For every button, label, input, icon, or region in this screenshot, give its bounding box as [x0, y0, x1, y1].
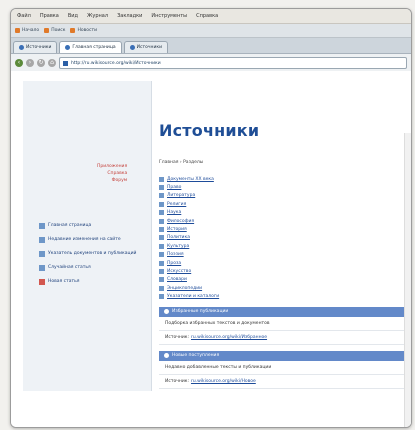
section-icon: [164, 309, 169, 315]
category-links: Документы XX века Право Литература Религ…: [159, 175, 411, 301]
reload-icon[interactable]: ↻: [37, 59, 45, 67]
list-item[interactable]: Философия: [159, 217, 411, 225]
bookmark-item[interactable]: Поиск: [44, 28, 65, 33]
list-item[interactable]: Наука: [159, 209, 411, 217]
link-bullet-icon: [159, 268, 164, 274]
address-text: http://ru.wikisource.org/wiki/Источники: [71, 60, 161, 66]
red-link[interactable]: Приложения: [97, 163, 127, 170]
tab-3[interactable]: Источники: [123, 41, 169, 53]
link-bullet-icon: [159, 252, 164, 258]
link-bullet-icon: [159, 243, 164, 249]
menu-bar: Файл Правка Вид Журнал Закладки Инструме…: [11, 9, 411, 24]
tab-favicon-icon: [19, 45, 24, 50]
back-arrow-icon[interactable]: ‹: [15, 59, 23, 67]
list-item[interactable]: Поэзия: [159, 251, 411, 259]
menu-bookmarks[interactable]: Закладки: [117, 13, 142, 19]
browser-window: Файл Правка Вид Журнал Закладки Инструме…: [10, 8, 412, 428]
link-bullet-icon: [159, 294, 164, 300]
list-item[interactable]: История: [159, 225, 411, 233]
list-item[interactable]: Политика: [159, 234, 411, 242]
link-bullet-icon: [159, 285, 164, 291]
link-bullet-icon: [159, 193, 164, 199]
menu-view[interactable]: Вид: [68, 13, 78, 19]
list-item[interactable]: Проза: [159, 259, 411, 267]
menu-history[interactable]: Журнал: [87, 13, 108, 19]
link-bullet-icon: [159, 277, 164, 283]
list-item[interactable]: Указатели и каталоги: [159, 292, 411, 300]
sidebar-item-random[interactable]: Случайная статья: [39, 265, 143, 271]
section-header: Новые поступления: [159, 350, 411, 361]
main-content: Источники Главная › Разделы Документы XX…: [159, 121, 411, 389]
square-bullet-icon: [39, 223, 45, 229]
forward-arrow-icon[interactable]: ›: [26, 59, 34, 67]
tab-favicon-icon: [129, 45, 135, 50]
list-item[interactable]: Документы XX века: [159, 175, 411, 183]
bookmark-icon: [44, 28, 50, 33]
link-bullet-icon: [159, 210, 164, 216]
section-description: Подборка избранных текстов и документов: [159, 317, 411, 331]
link-bullet-icon: [159, 201, 164, 207]
tab-1[interactable]: Источники: [13, 41, 58, 53]
tab-bar: Источники Главная страница Источники: [11, 38, 411, 54]
section-description: Недавно добавленные тексты и публикации: [159, 361, 411, 375]
sidebar-nav: Главная страница Недавние изменения на с…: [39, 223, 143, 293]
menu-tools[interactable]: Инструменты: [151, 13, 187, 19]
sidebar-red-links: Приложения Справка Форум: [97, 163, 127, 184]
section-header: Избранные публикации: [159, 306, 411, 317]
list-item[interactable]: Искусство: [159, 267, 411, 275]
list-item[interactable]: Литература: [159, 192, 411, 200]
address-bar[interactable]: http://ru.wikisource.org/wiki/Источники: [59, 57, 407, 69]
link-bullet-icon: [159, 260, 164, 266]
menu-file[interactable]: Файл: [17, 13, 31, 19]
list-item[interactable]: Культура: [159, 242, 411, 250]
page-title: Источники: [159, 121, 260, 140]
sidebar-item-index[interactable]: Указатель документов и публикаций: [39, 251, 143, 257]
section-source: Источник: ru.wikisource.org/wiki/Избранно…: [159, 331, 411, 345]
list-item[interactable]: Энциклопедии: [159, 284, 411, 292]
bookmark-icon: [70, 28, 76, 33]
page-content: Приложения Справка Форум Главная страниц…: [11, 71, 411, 427]
section-icon: [164, 353, 169, 359]
sidebar: Приложения Справка Форум Главная страниц…: [23, 81, 152, 391]
link-bullet-icon: [159, 235, 164, 241]
breadcrumb: Главная › Разделы: [159, 160, 204, 165]
bookmarks-bar: Начало Поиск Новости: [11, 24, 411, 38]
sidebar-item-new[interactable]: Новая статья: [39, 279, 143, 285]
section-source: Источник: ru.wikisource.org/wiki/Новое: [159, 375, 411, 389]
list-item[interactable]: Религия: [159, 200, 411, 208]
square-bullet-icon: [39, 265, 45, 271]
red-link[interactable]: Справка: [97, 170, 127, 177]
square-bullet-icon: [39, 279, 45, 285]
scrollbar[interactable]: [404, 133, 411, 427]
link-bullet-icon: [159, 176, 164, 182]
tab-favicon-icon: [65, 45, 71, 50]
source-link[interactable]: ru.wikisource.org/wiki/Избранное: [191, 335, 267, 340]
sidebar-item-recent[interactable]: Недавние изменения на сайте: [39, 237, 143, 243]
square-bullet-icon: [39, 251, 45, 257]
bookmark-icon: [15, 28, 20, 33]
link-bullet-icon: [159, 185, 164, 191]
square-bullet-icon: [39, 237, 45, 243]
tab-2[interactable]: Главная страница: [59, 41, 122, 53]
site-favicon-icon: [63, 60, 68, 66]
menu-help[interactable]: Справка: [196, 13, 218, 19]
link-bullet-icon: [159, 218, 164, 224]
list-item[interactable]: Право: [159, 183, 411, 191]
list-item[interactable]: Словари: [159, 276, 411, 284]
sidebar-item-main[interactable]: Главная страница: [39, 223, 143, 229]
red-link[interactable]: Форум: [97, 177, 128, 184]
bookmark-item[interactable]: Начало: [15, 28, 39, 33]
menu-edit[interactable]: Правка: [40, 13, 59, 19]
link-bullet-icon: [159, 227, 164, 233]
home-icon[interactable]: ⌂: [48, 59, 56, 67]
bookmark-item[interactable]: Новости: [70, 28, 97, 33]
source-link[interactable]: ru.wikisource.org/wiki/Новое: [191, 379, 256, 384]
